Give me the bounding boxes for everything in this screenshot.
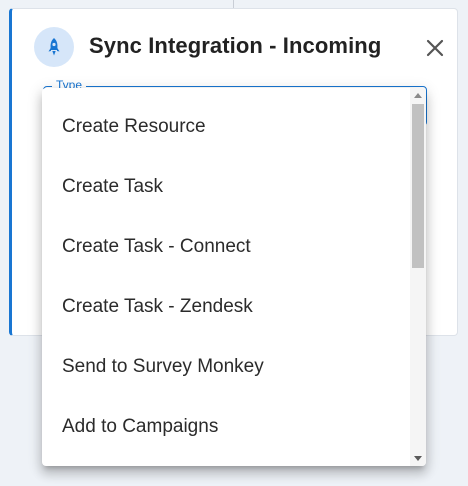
dropdown-scrollbar[interactable] [410, 88, 426, 466]
close-icon [426, 39, 444, 57]
scroll-down-arrow-icon[interactable] [414, 456, 422, 461]
option-send-to-survey-monkey[interactable]: Send to Survey Monkey [42, 337, 410, 397]
scrollbar-thumb[interactable] [412, 104, 424, 268]
type-dropdown-menu[interactable]: Create Resource Create Task Create Task … [42, 88, 426, 466]
option-add-to-campaigns[interactable]: Add to Campaigns [42, 397, 410, 457]
dropdown-option-list: Create Resource Create Task Create Task … [42, 97, 410, 457]
panel-divider [233, 0, 234, 8]
option-create-task-zendesk[interactable]: Create Task - Zendesk [42, 277, 410, 337]
scroll-up-arrow-icon[interactable] [414, 93, 422, 98]
rocket-icon [48, 38, 60, 56]
dialog-title: Sync Integration - Incoming [89, 33, 382, 58]
header-icon-badge [34, 27, 74, 67]
option-create-resource[interactable]: Create Resource [42, 97, 410, 157]
option-create-task[interactable]: Create Task [42, 157, 410, 217]
option-create-task-connect[interactable]: Create Task - Connect [42, 217, 410, 277]
close-button[interactable] [423, 36, 447, 60]
